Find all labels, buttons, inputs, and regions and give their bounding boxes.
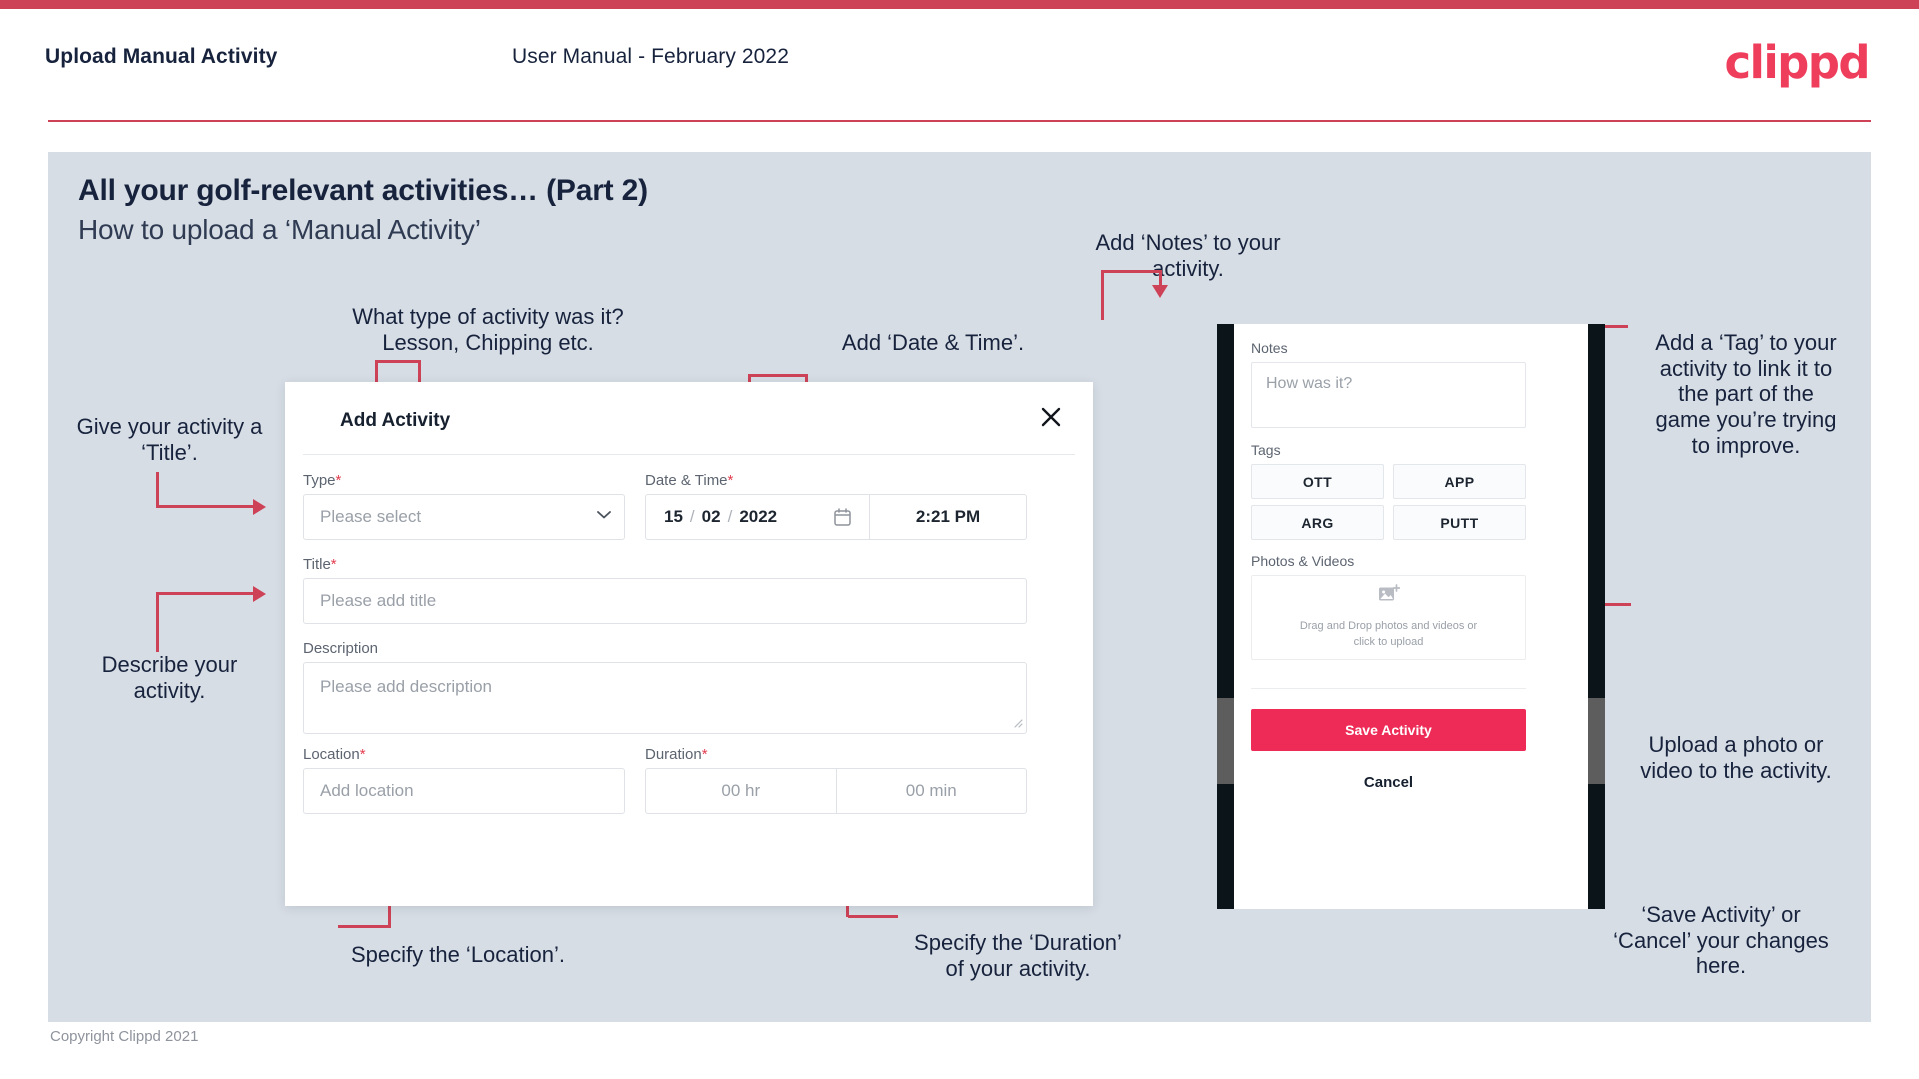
annotation-title: Give your activity a ‘Title’. (76, 414, 263, 465)
description-label: Description (303, 640, 379, 657)
date-day: 15 (664, 507, 683, 526)
phone-screen: Notes How was it? Tags OTT APP ARG PUTT … (1234, 324, 1588, 909)
date-year: 2022 (739, 507, 778, 526)
connector-dur-h (848, 915, 898, 918)
type-placeholder: Please select (320, 507, 422, 526)
time-value: 2:21 PM (915, 507, 981, 526)
description-textarea[interactable]: Please add description (303, 662, 1027, 734)
notes-placeholder: How was it? (1266, 375, 1353, 392)
annotation-duration: Specify the ‘Duration’ of your activity. (914, 930, 1122, 981)
phone-divider (1251, 688, 1526, 689)
connector-title-h (156, 505, 256, 508)
tag-button-ott[interactable]: OTT (1251, 464, 1384, 499)
connector-type-h (375, 360, 421, 363)
clippd-logo: clippd (1724, 36, 1870, 89)
connector-title-v (156, 472, 159, 508)
title-input[interactable]: Please add title (303, 578, 1027, 624)
notes-label: Notes (1251, 340, 1288, 356)
dialog-divider (303, 454, 1075, 455)
add-image-icon (1378, 584, 1400, 609)
resize-handle-icon[interactable] (1012, 717, 1023, 731)
datetime-group: 15 / 02 / 2022 2:21 PM (645, 494, 1027, 540)
annotation-datetime: Add ‘Date & Time’. (841, 330, 1025, 355)
connector-desc-arrow (253, 586, 266, 602)
tag-button-arg[interactable]: ARG (1251, 505, 1384, 540)
close-icon[interactable] (1034, 400, 1068, 434)
title-placeholder: Please add title (320, 591, 437, 610)
photos-label: Photos & Videos (1251, 553, 1355, 569)
date-input[interactable]: 15 / 02 / 2022 (646, 495, 870, 539)
datetime-label: Date & Time* (645, 472, 734, 489)
annotation-describe: Describe your activity. (101, 652, 238, 703)
tag-button-putt[interactable]: PUTT (1393, 505, 1526, 540)
title-label: Title* (303, 556, 337, 573)
phone-volume-button-left[interactable] (1217, 698, 1234, 784)
tag-button-app[interactable]: APP (1393, 464, 1526, 499)
annotation-tag: Add a ‘Tag’ to your activity to link it … (1655, 330, 1837, 458)
phone-bezel-left (1217, 324, 1234, 909)
duration-hours-input[interactable]: 00 hr (646, 769, 836, 813)
type-label: Type* (303, 472, 342, 489)
header-divider (48, 120, 1871, 122)
slide-title: All your golf-relevant activities… (Part… (78, 174, 648, 207)
connector-desc-h (156, 592, 256, 595)
connector-desc-v (156, 592, 159, 652)
connector-notes-h (1101, 270, 1162, 273)
location-label: Location* (303, 746, 366, 763)
dropzone-text: Drag and Drop photos and videos or click… (1299, 620, 1478, 648)
description-placeholder: Please add description (320, 677, 493, 696)
slide-subtitle: How to upload a ‘Manual Activity’ (78, 214, 481, 245)
phone-power-button-right[interactable] (1588, 698, 1605, 784)
location-placeholder: Add location (320, 781, 414, 800)
date-sep-2: / (727, 507, 733, 526)
dialog-title: Add Activity (340, 410, 451, 431)
connector-loc-h (338, 925, 391, 928)
annotation-type: What type of activity was it? Lesson, Ch… (352, 304, 624, 355)
annotation-location: Specify the ‘Location’. (350, 942, 566, 967)
annotation-notes: Add ‘Notes’ to your activity. (1095, 230, 1281, 281)
location-input[interactable]: Add location (303, 768, 625, 814)
page-title: Upload Manual Activity (45, 45, 278, 68)
save-activity-button[interactable]: Save Activity (1251, 709, 1526, 751)
page-subtitle: User Manual - February 2022 (512, 45, 789, 68)
cancel-button[interactable]: Cancel (1251, 764, 1526, 800)
calendar-icon[interactable] (834, 508, 851, 526)
notes-textarea[interactable]: How was it? (1251, 362, 1526, 428)
date-month: 02 (701, 507, 721, 526)
duration-label: Duration* (645, 746, 708, 763)
phone-mockup: Notes How was it? Tags OTT APP ARG PUTT … (1217, 324, 1605, 909)
copyright-text: Copyright Clippd 2021 (50, 1028, 199, 1045)
annotation-save-cancel: ‘Save Activity’ or ‘Cancel’ your changes… (1613, 902, 1829, 979)
connector-title-arrow (253, 499, 266, 515)
top-accent-bar (0, 0, 1919, 9)
photo-dropzone[interactable]: Drag and Drop photos and videos or click… (1251, 575, 1526, 660)
connector-dt-h (748, 374, 808, 377)
tags-label: Tags (1251, 442, 1281, 458)
connector-notes-arrow (1152, 285, 1168, 298)
type-select[interactable]: Please select (303, 494, 625, 540)
date-sep-1: / (689, 507, 695, 526)
connector-notes-v1 (1101, 270, 1104, 320)
time-input[interactable]: 2:21 PM (870, 495, 1026, 539)
slide-root: Upload Manual Activity User Manual - Feb… (0, 0, 1919, 1079)
annotation-upload: Upload a photo or video to the activity. (1640, 732, 1832, 783)
duration-group: 00 hr 00 min (645, 768, 1027, 814)
add-activity-dialog: Add Activity Type* Please select Date & … (285, 382, 1093, 906)
chevron-down-icon (597, 511, 611, 524)
phone-bezel-right (1588, 324, 1605, 909)
duration-minutes-input[interactable]: 00 min (835, 769, 1027, 813)
